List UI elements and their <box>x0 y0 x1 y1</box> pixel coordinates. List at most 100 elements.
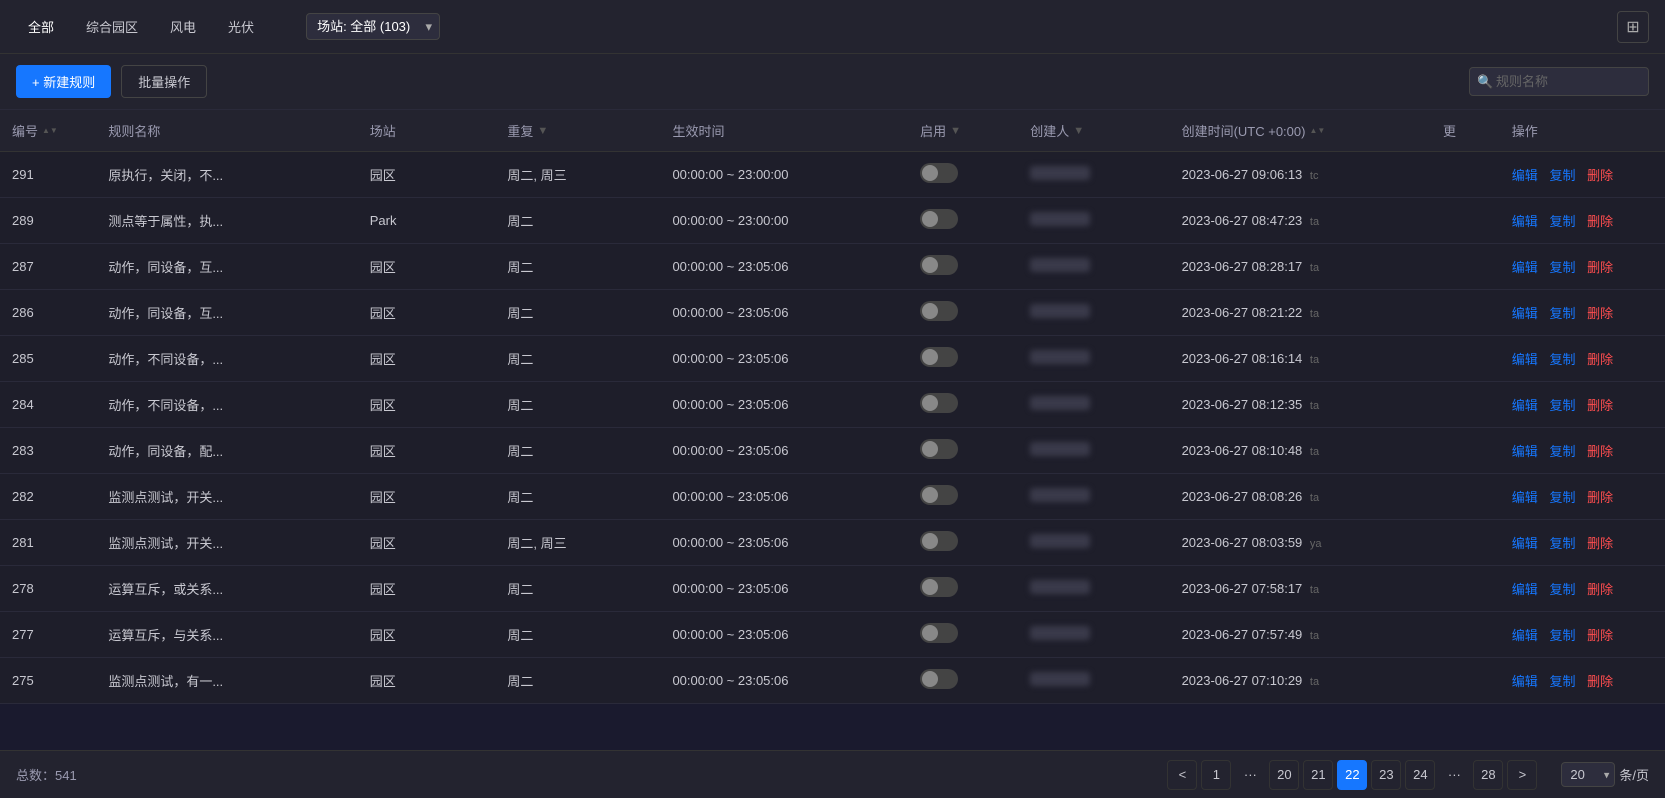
site-select[interactable]: 场站: 全部 (103) <box>306 13 440 40</box>
cell-repeat: 周二 <box>495 336 660 382</box>
tab-solar[interactable]: 光伏 <box>216 12 266 41</box>
table-row: 283 动作，同设备，配... 园区 周二 00:00:00 ~ 23:05:0… <box>0 428 1665 474</box>
cell-more <box>1431 428 1500 474</box>
edit-link[interactable]: 编辑 <box>1512 628 1538 643</box>
edit-link[interactable]: 编辑 <box>1512 260 1538 275</box>
delete-link[interactable]: 删除 <box>1587 398 1613 413</box>
enable-toggle[interactable] <box>920 301 958 321</box>
cell-more <box>1431 612 1500 658</box>
edit-link[interactable]: 编辑 <box>1512 582 1538 597</box>
edit-link[interactable]: 编辑 <box>1512 536 1538 551</box>
creator-name <box>1030 672 1090 686</box>
batch-operation-button[interactable]: 批量操作 <box>121 65 207 98</box>
enable-toggle[interactable] <box>920 163 958 183</box>
cell-created: 2023-06-27 07:58:17 ta <box>1170 566 1431 612</box>
enable-toggle[interactable] <box>920 439 958 459</box>
creator-name <box>1030 626 1090 640</box>
per-page-wrap: 10 20 50 100 条/页 <box>1561 762 1649 787</box>
edit-link[interactable]: 编辑 <box>1512 674 1538 689</box>
edit-link[interactable]: 编辑 <box>1512 490 1538 505</box>
cell-enable <box>908 198 1018 244</box>
cell-time: 00:00:00 ~ 23:05:06 <box>660 382 908 428</box>
table-wrap: 编号 ▲▼ 规则名称 场站 <box>0 110 1665 704</box>
cell-name: 动作，不同设备，... <box>96 382 357 428</box>
filter-icon-repeat[interactable]: ▼ <box>537 125 548 137</box>
delete-link[interactable]: 删除 <box>1587 536 1613 551</box>
copy-link[interactable]: 复制 <box>1549 214 1575 229</box>
cell-created: 2023-06-27 08:47:23 ta <box>1170 198 1431 244</box>
enable-toggle[interactable] <box>920 485 958 505</box>
cell-enable <box>908 428 1018 474</box>
page-btn-22[interactable]: 22 <box>1337 760 1367 790</box>
delete-link[interactable]: 删除 <box>1587 352 1613 367</box>
enable-toggle[interactable] <box>920 531 958 551</box>
copy-link[interactable]: 复制 <box>1549 444 1575 459</box>
cell-created: 2023-06-27 09:06:13 tc <box>1170 152 1431 198</box>
delete-link[interactable]: 删除 <box>1587 306 1613 321</box>
cell-name: 运算互斥，或关系... <box>96 566 357 612</box>
enable-toggle[interactable] <box>920 393 958 413</box>
search-input[interactable] <box>1469 67 1649 96</box>
cell-action: 编辑 复制 删除 <box>1500 336 1665 382</box>
enable-toggle[interactable] <box>920 669 958 689</box>
delete-link[interactable]: 删除 <box>1587 214 1613 229</box>
col-header-id: 编号 ▲▼ <box>0 110 96 152</box>
copy-link[interactable]: 复制 <box>1549 582 1575 597</box>
delete-link[interactable]: 删除 <box>1587 674 1613 689</box>
edit-link[interactable]: 编辑 <box>1512 306 1538 321</box>
copy-link[interactable]: 复制 <box>1549 352 1575 367</box>
copy-link[interactable]: 复制 <box>1549 536 1575 551</box>
next-page-btn[interactable]: > <box>1507 760 1537 790</box>
delete-link[interactable]: 删除 <box>1587 260 1613 275</box>
edit-link[interactable]: 编辑 <box>1512 214 1538 229</box>
prev-page-btn[interactable]: < <box>1167 760 1197 790</box>
per-page-label: 条/页 <box>1619 765 1649 784</box>
enable-toggle[interactable] <box>920 623 958 643</box>
delete-link[interactable]: 删除 <box>1587 628 1613 643</box>
page-btn-23[interactable]: 23 <box>1371 760 1401 790</box>
copy-link[interactable]: 复制 <box>1549 398 1575 413</box>
cell-enable <box>908 474 1018 520</box>
cell-created: 2023-06-27 07:10:29 ta <box>1170 658 1431 704</box>
creator-name <box>1030 212 1090 226</box>
tab-wind[interactable]: 风电 <box>158 12 208 41</box>
page-btn-24[interactable]: 24 <box>1405 760 1435 790</box>
copy-link[interactable]: 复制 <box>1549 306 1575 321</box>
sort-icon-id[interactable]: ▲▼ <box>42 126 58 135</box>
filter-icon-creator[interactable]: ▼ <box>1073 125 1084 137</box>
copy-link[interactable]: 复制 <box>1549 674 1575 689</box>
enable-toggle[interactable] <box>920 347 958 367</box>
delete-link[interactable]: 删除 <box>1587 444 1613 459</box>
copy-link[interactable]: 复制 <box>1549 628 1575 643</box>
export-icon-btn[interactable]: ⊞ <box>1617 11 1649 43</box>
enable-toggle[interactable] <box>920 255 958 275</box>
cell-created: 2023-06-27 08:21:22 ta <box>1170 290 1431 336</box>
copy-link[interactable]: 复制 <box>1549 490 1575 505</box>
page-btn-28[interactable]: 28 <box>1473 760 1503 790</box>
page-btn-1[interactable]: 1 <box>1201 760 1231 790</box>
new-rule-button[interactable]: + 新建规则 <box>16 65 111 98</box>
edit-link[interactable]: 编辑 <box>1512 168 1538 183</box>
edit-link[interactable]: 编辑 <box>1512 398 1538 413</box>
cell-site: 园区 <box>358 474 496 520</box>
page-btn-21[interactable]: 21 <box>1303 760 1333 790</box>
enable-toggle[interactable] <box>920 577 958 597</box>
rules-table: 编号 ▲▼ 规则名称 场站 <box>0 110 1665 704</box>
delete-link[interactable]: 删除 <box>1587 582 1613 597</box>
total-count: 总数：541 <box>16 765 77 784</box>
filter-icon-enable[interactable]: ▼ <box>950 125 961 137</box>
copy-link[interactable]: 复制 <box>1549 168 1575 183</box>
enable-toggle[interactable] <box>920 209 958 229</box>
copy-link[interactable]: 复制 <box>1549 260 1575 275</box>
delete-link[interactable]: 删除 <box>1587 490 1613 505</box>
edit-link[interactable]: 编辑 <box>1512 444 1538 459</box>
edit-link[interactable]: 编辑 <box>1512 352 1538 367</box>
tab-all[interactable]: 全部 <box>16 12 66 41</box>
per-page-select[interactable]: 10 20 50 100 <box>1561 762 1615 787</box>
sort-icon-created[interactable]: ▲▼ <box>1309 126 1325 135</box>
cell-action: 编辑 复制 删除 <box>1500 520 1665 566</box>
delete-link[interactable]: 删除 <box>1587 168 1613 183</box>
tab-comprehensive[interactable]: 综合园区 <box>74 12 150 41</box>
cell-repeat: 周二 <box>495 428 660 474</box>
page-btn-20[interactable]: 20 <box>1269 760 1299 790</box>
